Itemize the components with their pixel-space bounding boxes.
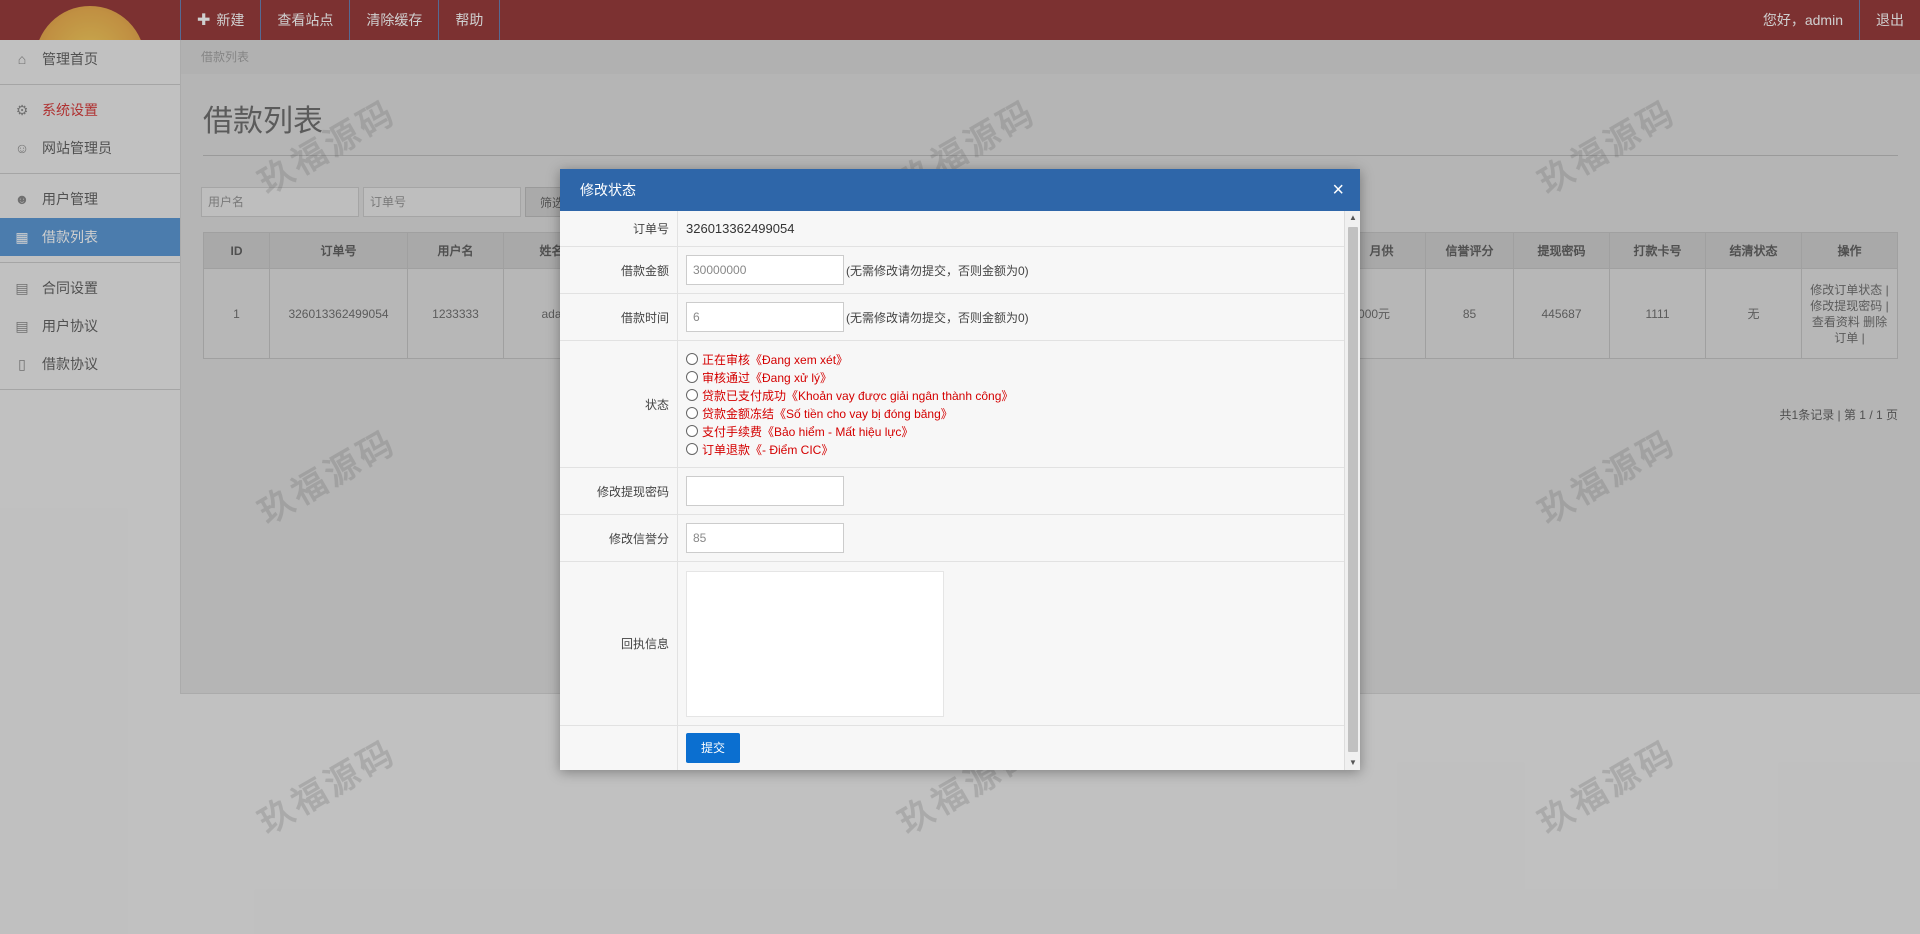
withdraw-label: 修改提现密码 — [560, 468, 678, 514]
credit-input[interactable] — [686, 523, 844, 553]
scroll-down-icon[interactable]: ▼ — [1345, 756, 1361, 770]
time-hint: (无需修改请勿提交，否则金额为0) — [846, 310, 1029, 325]
status-radio-group: 正在审核《Đang xem xét》 审核通过《Đang xử lý》 贷款已支… — [686, 341, 1013, 467]
radio-icon[interactable] — [686, 353, 698, 365]
submit-button[interactable]: 提交 — [686, 733, 741, 763]
status-option-approved[interactable]: 审核通过《Đang xử lý》 — [686, 369, 1013, 385]
watermark: 玖福源码 — [1532, 733, 1684, 842]
scroll-thumb[interactable] — [1348, 227, 1358, 752]
amount-label: 借款金额 — [560, 247, 678, 293]
dialog-title: 修改状态 — [580, 182, 636, 198]
watermark: 玖福源码 — [252, 93, 404, 202]
status-option-disbursed[interactable]: 贷款已支付成功《Khoản vay được giải ngân thành c… — [686, 387, 1013, 403]
status-option-reviewing[interactable]: 正在审核《Đang xem xét》 — [686, 351, 1013, 367]
dialog-header: 修改状态 × — [560, 169, 1360, 211]
watermark: 玖福源码 — [252, 423, 404, 532]
status-option-fee[interactable]: 支付手续费《Bảo hiểm - Mất hiệu lực》 — [686, 423, 1013, 439]
status-option-refund[interactable]: 订单退款《- Điểm CIC》 — [686, 441, 1013, 457]
time-input[interactable] — [686, 302, 844, 332]
watermark: 玖福源码 — [1532, 93, 1684, 202]
watermark: 玖福源码 — [252, 733, 404, 842]
status-label: 状态 — [560, 341, 678, 467]
watermark: 玖福源码 — [1532, 423, 1684, 532]
amount-hint: (无需修改请勿提交，否则金额为0) — [846, 263, 1029, 278]
status-option-frozen[interactable]: 贷款金额冻结《Số tiền cho vay bị đóng băng》 — [686, 405, 1013, 421]
receipt-label: 回执信息 — [560, 562, 678, 725]
close-icon[interactable]: × — [1332, 169, 1344, 211]
amount-input[interactable] — [686, 255, 844, 285]
edit-status-dialog: 修改状态 × 订单号 326013362499054 借款金额 (无需修改请勿提… — [560, 169, 1360, 770]
radio-icon[interactable] — [686, 407, 698, 419]
radio-icon[interactable] — [686, 425, 698, 437]
radio-icon[interactable] — [686, 371, 698, 383]
dialog-body: 订单号 326013362499054 借款金额 (无需修改请勿提交，否则金额为… — [560, 211, 1344, 770]
radio-icon[interactable] — [686, 443, 698, 455]
order-label: 订单号 — [560, 211, 678, 246]
receipt-textarea[interactable] — [686, 570, 944, 717]
order-value: 326013362499054 — [686, 221, 795, 236]
dialog-scrollbar[interactable]: ▲ ▼ — [1344, 211, 1360, 770]
credit-label: 修改信誉分 — [560, 515, 678, 561]
time-label: 借款时间 — [560, 294, 678, 340]
scroll-up-icon[interactable]: ▲ — [1345, 211, 1361, 225]
radio-icon[interactable] — [686, 389, 698, 401]
withdraw-password-input[interactable] — [686, 476, 844, 506]
